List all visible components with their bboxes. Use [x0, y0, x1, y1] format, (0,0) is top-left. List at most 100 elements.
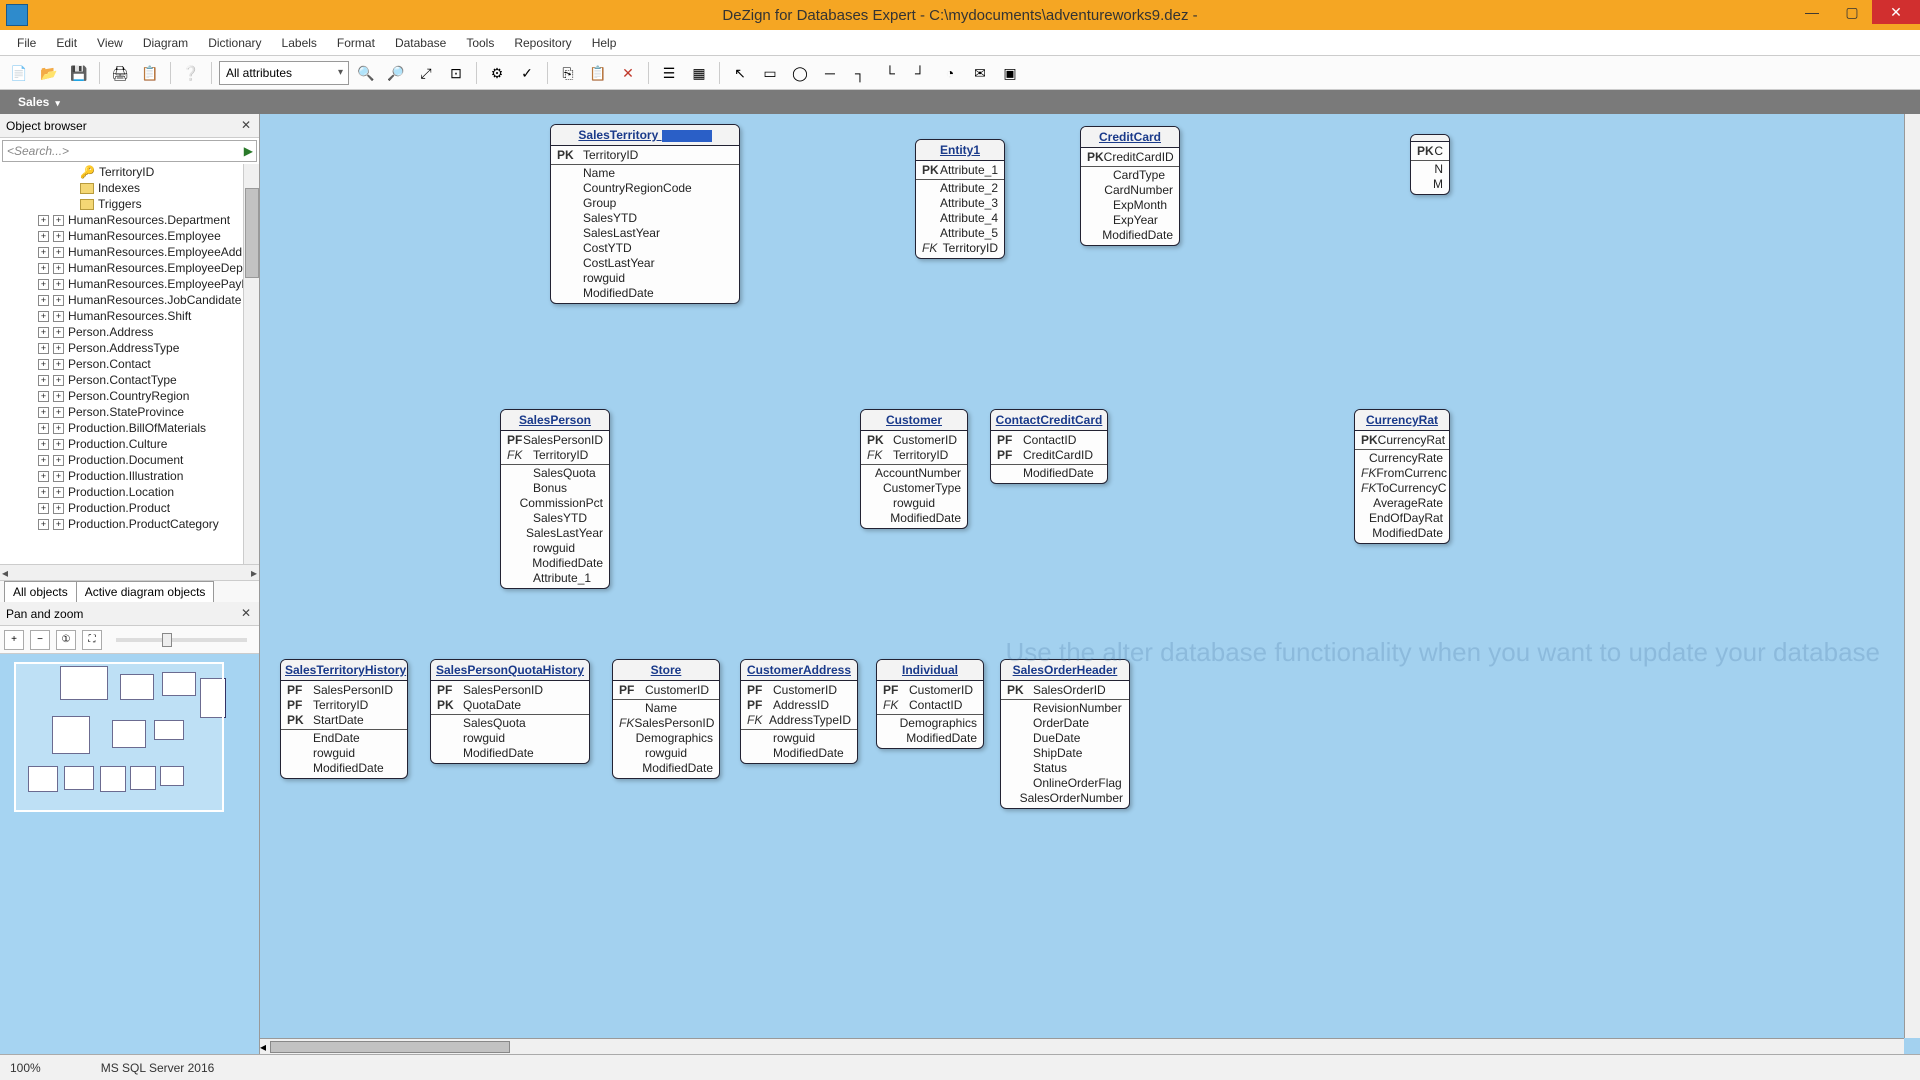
generate-icon[interactable]: ⚙	[484, 60, 510, 86]
tree-item[interactable]: ++HumanResources.Shift	[16, 308, 259, 324]
tree-item[interactable]: ++Production.Illustration	[16, 468, 259, 484]
entity-entity1[interactable]: Entity1PKAttribute_1Attribute_2Attribute…	[915, 139, 1005, 259]
menu-dictionary[interactable]: Dictionary	[199, 32, 270, 54]
zoom-slider[interactable]	[116, 638, 247, 642]
zoom-fit-icon[interactable]: ⤢	[413, 60, 439, 86]
print-icon[interactable]: 🖨	[107, 60, 133, 86]
menu-tools[interactable]: Tools	[457, 32, 503, 54]
entity-salesPerson[interactable]: SalesPersonPFSalesPersonIDFKTerritoryIDS…	[500, 409, 610, 589]
minimize-button[interactable]: —	[1792, 0, 1832, 24]
entity-customer[interactable]: CustomerPKCustomerIDFKTerritoryIDAccount…	[860, 409, 968, 529]
entity-attr: PFSalesPersonID	[431, 683, 589, 698]
entity-individual[interactable]: IndividualPFCustomerIDFKContactIDDemogra…	[876, 659, 984, 749]
tab-all-objects[interactable]: All objects	[4, 581, 77, 602]
tree-item[interactable]: ++Production.Document	[16, 452, 259, 468]
entity-salesOrderHeader[interactable]: SalesOrderHeaderPKSalesOrderIDRevisionNu…	[1000, 659, 1130, 809]
pointer-icon[interactable]: ↖	[727, 60, 753, 86]
align-icon[interactable]: ☰	[656, 60, 682, 86]
tree-item[interactable]: ++Person.AddressType	[16, 340, 259, 356]
entity-salesTerritory[interactable]: SalesTerritory PKTerritoryIDNameCountryR…	[550, 124, 740, 304]
tree-item[interactable]: ++Person.Address	[16, 324, 259, 340]
entity-salesPersonQuotaHistory[interactable]: SalesPersonQuotaHistoryPFSalesPersonIDPK…	[430, 659, 590, 764]
rel4-icon[interactable]: └	[877, 60, 903, 86]
open-icon[interactable]: 📂	[36, 60, 62, 86]
menu-repository[interactable]: Repository	[505, 32, 580, 54]
zoom-out-icon[interactable]: 🔎	[383, 60, 409, 86]
zoom-100-icon[interactable]: ①	[56, 630, 76, 650]
menu-help[interactable]: Help	[583, 32, 626, 54]
entity-salesTerritoryHistory[interactable]: SalesTerritoryHistoryPFSalesPersonIDPFTe…	[280, 659, 408, 779]
tree-item[interactable]: 🔑TerritoryID	[16, 164, 259, 180]
close-panel-icon[interactable]: ✕	[237, 116, 255, 134]
tree-item[interactable]: ++Production.Culture	[16, 436, 259, 452]
layout-icon[interactable]: ▦	[686, 60, 712, 86]
print-preview-icon[interactable]: 📋	[137, 60, 163, 86]
menu-format[interactable]: Format	[328, 32, 384, 54]
tree-item[interactable]: ++Production.ProductCategory	[16, 516, 259, 532]
tree-item[interactable]: ++Person.ContactType	[16, 372, 259, 388]
validate-icon[interactable]: ✓	[514, 60, 540, 86]
entity-store[interactable]: StorePFCustomerIDNameFKSalesPersonIDDemo…	[612, 659, 720, 779]
stamp-icon[interactable]: ✉	[967, 60, 993, 86]
attribute-filter-combo[interactable]: All attributes	[219, 61, 349, 85]
menu-view[interactable]: View	[88, 32, 132, 54]
entity-contactCreditCard[interactable]: ContactCreditCardPFContactIDPFCreditCard…	[990, 409, 1108, 484]
tree-item[interactable]: ++Production.Product	[16, 500, 259, 516]
canvas-vscrollbar[interactable]	[1904, 114, 1920, 1038]
tree-item[interactable]: Indexes	[16, 180, 259, 196]
paste-icon[interactable]: 📋	[585, 60, 611, 86]
tree-item[interactable]: ++Person.Contact	[16, 356, 259, 372]
menu-file[interactable]: File	[8, 32, 45, 54]
maximize-button[interactable]: ▢	[1832, 0, 1872, 24]
new-icon[interactable]: 📄	[6, 60, 32, 86]
search-go-icon[interactable]: ▶	[244, 144, 253, 158]
tree-item[interactable]: ++HumanResources.Department	[16, 212, 259, 228]
note-icon[interactable]: ◔	[937, 60, 963, 86]
tree-item[interactable]: ++Person.StateProvince	[16, 404, 259, 420]
help-icon[interactable]: ❔	[178, 60, 204, 86]
rel5-icon[interactable]: ┘	[907, 60, 933, 86]
tree-item[interactable]: ++Person.CountryRegion	[16, 388, 259, 404]
tree-item[interactable]: ++Production.Location	[16, 484, 259, 500]
delete-icon[interactable]: ✕	[615, 60, 641, 86]
zoom-in-icon[interactable]: 🔍	[353, 60, 379, 86]
tree-vscrollbar[interactable]	[243, 164, 259, 564]
tree-item[interactable]: ++HumanResources.JobCandidate	[16, 292, 259, 308]
rel3-icon[interactable]: ┐	[847, 60, 873, 86]
minimap[interactable]	[0, 654, 259, 1054]
close-panzoom-icon[interactable]: ✕	[237, 604, 255, 622]
zoom-in-icon[interactable]: +	[4, 630, 24, 650]
zoom-fit-icon[interactable]: ⛶	[82, 630, 102, 650]
zoom-out-icon[interactable]: −	[30, 630, 50, 650]
menu-database[interactable]: Database	[386, 32, 455, 54]
menu-edit[interactable]: Edit	[47, 32, 86, 54]
tree-hscrollbar[interactable]: ◂▸	[0, 564, 259, 580]
object-tree[interactable]: 🔑TerritoryIDIndexesTriggers ++HumanResou…	[0, 164, 259, 564]
save-icon[interactable]: 💾	[66, 60, 92, 86]
tree-item[interactable]: ++HumanResources.EmployeePayH	[16, 276, 259, 292]
chevron-down-icon[interactable]	[55, 95, 60, 109]
tree-item[interactable]: Triggers	[16, 196, 259, 212]
tree-item[interactable]: ++HumanResources.Employee	[16, 228, 259, 244]
entity-tool-icon[interactable]: ▭	[757, 60, 783, 86]
tree-item[interactable]: ++HumanResources.EmployeeAdd	[16, 244, 259, 260]
copy-icon[interactable]: ⎘	[555, 60, 581, 86]
search-input[interactable]: <Search...> ▶	[2, 140, 257, 162]
close-button[interactable]: ✕	[1872, 0, 1920, 24]
tab-active-diagram[interactable]: Active diagram objects	[76, 581, 215, 602]
entity-customerAddress[interactable]: CustomerAddressPFCustomerIDPFAddressIDFK…	[740, 659, 858, 764]
entity-creditCard[interactable]: CreditCardPKCreditCardIDCardTypeCardNumb…	[1080, 126, 1180, 246]
menu-diagram[interactable]: Diagram	[134, 32, 197, 54]
diagram-canvas[interactable]: SalesTerritory PKTerritoryIDNameCountryR…	[260, 114, 1920, 1054]
view-icon[interactable]: ▣	[997, 60, 1023, 86]
entity-cutoff[interactable]: PKCNM	[1410, 134, 1450, 195]
tree-item[interactable]: ++HumanResources.EmployeeDep	[16, 260, 259, 276]
rel2-icon[interactable]: ─	[817, 60, 843, 86]
rel1-icon[interactable]: ◯	[787, 60, 813, 86]
tree-item[interactable]: ++Production.BillOfMaterials	[16, 420, 259, 436]
canvas-hscrollbar[interactable]: ◂	[260, 1038, 1904, 1054]
menu-labels[interactable]: Labels	[273, 32, 326, 54]
tab-sales[interactable]: Sales	[6, 92, 72, 112]
entity-currencyRate[interactable]: CurrencyRatPKCurrencyRatCurrencyRateFKFr…	[1354, 409, 1450, 544]
zoom-actual-icon[interactable]: ⊡	[443, 60, 469, 86]
